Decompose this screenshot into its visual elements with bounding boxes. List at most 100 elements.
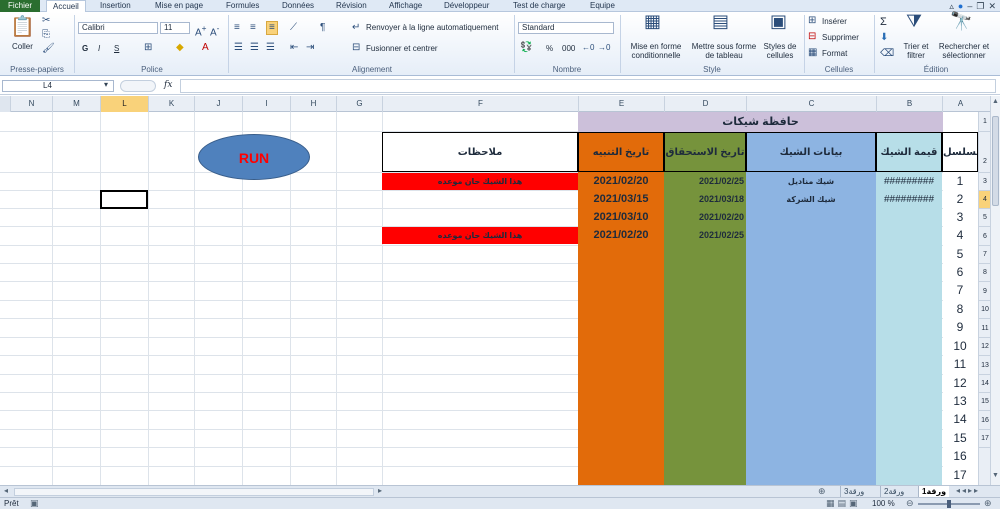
serial-cell[interactable]: 6 [942, 264, 978, 281]
serial-cell[interactable]: 16 [942, 448, 978, 465]
copy-icon[interactable]: ⎘ [42, 29, 50, 41]
sheet-title[interactable]: حافظة شيكات [578, 112, 943, 132]
fill-color-icon[interactable]: ◆ [176, 42, 184, 54]
serial-cell[interactable]: 4 [942, 227, 978, 244]
column-header-a[interactable]: A [942, 96, 978, 112]
currency-icon[interactable]: 💱 [520, 42, 532, 54]
font-color-icon[interactable]: A [202, 42, 209, 54]
format-table-button[interactable]: Mettre sous forme de tableau [690, 42, 758, 60]
borders-icon[interactable]: ⊞ [144, 42, 152, 54]
tab-view[interactable]: Affichage [389, 0, 422, 12]
merge-icon[interactable]: ⊟ [352, 42, 360, 54]
minimize-ribbon-icon[interactable]: ▵ [949, 1, 954, 12]
serial-cell[interactable]: 17 [942, 467, 978, 484]
tab-page-layout[interactable]: Mise en page [155, 0, 203, 12]
serial-cell[interactable]: 14 [942, 411, 978, 428]
align-right-icon[interactable]: ☰ [266, 42, 275, 54]
insert-sheet-icon[interactable]: ⊕ [818, 486, 826, 497]
percent-button[interactable]: % [546, 44, 553, 53]
column-header-k[interactable]: K [148, 96, 194, 112]
due-date-cell[interactable]: 2021/03/18 [664, 191, 746, 208]
column-header-c[interactable]: C [746, 96, 876, 112]
serial-cell[interactable]: 8 [942, 301, 978, 318]
due-date-cell[interactable]: 2021/02/20 [664, 209, 746, 226]
insert-cells-icon[interactable]: ⊞ [808, 15, 816, 27]
align-top-icon[interactable]: ≡ [234, 22, 240, 34]
sheet-tab-1[interactable]: ورقة1 [918, 486, 950, 497]
rtl-icon[interactable]: ¶ [320, 22, 325, 34]
zoom-in-icon[interactable]: ⊕ [984, 498, 992, 509]
worksheet-grid[interactable]: حافظة شيكات ملاحظات تاريخ التنبيه تاريخ … [0, 112, 978, 485]
scroll-thumb[interactable] [992, 116, 999, 206]
select-all-corner[interactable] [0, 96, 10, 112]
serial-cell[interactable]: 1 [942, 173, 978, 190]
column-header-e[interactable]: E [578, 96, 664, 112]
wrap-text-button[interactable]: Renvoyer à la ligne automatiquement [366, 23, 499, 32]
serial-cell[interactable]: 3 [942, 209, 978, 226]
tab-team[interactable]: Equipe [590, 0, 615, 12]
hscroll-left-icon[interactable]: ◂ [4, 486, 8, 495]
align-center-icon[interactable]: ☰ [250, 42, 259, 54]
tab-data[interactable]: Données [282, 0, 314, 12]
sheet-nav-icons[interactable]: ◂◂▸▸ [956, 486, 980, 495]
scroll-down-icon[interactable]: ▼ [992, 472, 999, 479]
italic-button[interactable]: I [98, 44, 100, 53]
number-format-combo[interactable]: Standard [518, 22, 614, 34]
amount-cell[interactable]: ######### [876, 191, 942, 208]
details-cell[interactable]: شيك مناديل [746, 173, 876, 190]
format-button[interactable]: Format [822, 49, 847, 58]
font-name-combo[interactable]: Calibri [78, 22, 158, 34]
horizontal-scrollbar[interactable] [14, 488, 374, 496]
increase-decimal-icon[interactable]: ←0 [582, 42, 594, 54]
minimize-icon[interactable]: – [967, 1, 972, 11]
column-header-i[interactable]: I [242, 96, 290, 112]
grow-font-icon[interactable]: A+ [195, 22, 207, 39]
view-mode-icons[interactable]: ▦▤▣ [826, 498, 861, 509]
autosum-button[interactable]: Σ [880, 16, 887, 28]
name-box[interactable]: L4 [2, 80, 114, 92]
vertical-scrollbar[interactable]: ▲ ▼ [990, 96, 1000, 485]
column-header-h[interactable]: H [290, 96, 336, 112]
header-alert-date[interactable]: تاريخ التنبيه [578, 132, 664, 172]
column-header-g[interactable]: G [336, 96, 382, 112]
serial-cell[interactable]: 7 [942, 282, 978, 299]
sort-filter-button[interactable]: Trier et filtrer [898, 42, 934, 60]
thousands-button[interactable]: 000 [562, 44, 575, 53]
restore-icon[interactable]: ❐ [976, 1, 984, 12]
format-painter-icon[interactable]: 🖌 [42, 43, 55, 55]
header-notes[interactable]: ملاحظات [382, 132, 578, 172]
font-size-combo[interactable]: 11 [160, 22, 190, 34]
column-header-f[interactable]: F [382, 96, 578, 112]
column-header-b[interactable]: B [876, 96, 942, 112]
tab-load-test[interactable]: Test de charge [513, 0, 565, 12]
column-header-d[interactable]: D [664, 96, 746, 112]
sheet-tab-2[interactable]: ورقة2 [880, 486, 907, 497]
zoom-out-icon[interactable]: ⊖ [906, 498, 914, 509]
delete-cells-icon[interactable]: ⊟ [808, 31, 816, 43]
help-icon[interactable]: ● [958, 1, 963, 11]
align-bottom-icon[interactable]: ≡ [266, 21, 278, 35]
serial-cell[interactable]: 13 [942, 393, 978, 410]
clear-icon[interactable]: ⌫ [880, 48, 894, 60]
serial-cell[interactable]: 9 [942, 319, 978, 336]
cell-styles-button[interactable]: Styles de cellules [760, 42, 800, 60]
due-date-cell[interactable]: 2021/02/25 [664, 227, 746, 244]
sheet-tab-3[interactable]: ورقة3 [840, 486, 867, 497]
column-header-n[interactable]: N [10, 96, 52, 112]
find-select-button[interactable]: Rechercher et sélectionner [934, 42, 994, 60]
tab-review[interactable]: Révision [336, 0, 367, 12]
serial-cell[interactable]: 10 [942, 338, 978, 355]
tab-formulas[interactable]: Formules [226, 0, 259, 12]
cell-styles-icon[interactable]: ▣ [770, 12, 787, 30]
scroll-up-icon[interactable]: ▲ [992, 98, 999, 105]
run-button[interactable]: RUN [198, 134, 310, 180]
underline-button[interactable]: S [114, 44, 119, 53]
alert-date-cell[interactable]: 2021/03/10 [578, 209, 664, 226]
increase-indent-icon[interactable]: ⇥ [306, 42, 314, 54]
paste-icon[interactable]: 📋 [10, 16, 35, 38]
alert-date-cell[interactable]: 2021/02/20 [578, 173, 664, 190]
column-header-l[interactable]: L [100, 96, 148, 112]
decrease-decimal-icon[interactable]: →0 [598, 42, 610, 54]
conditional-format-icon[interactable]: ▦ [644, 12, 661, 30]
tab-file[interactable]: Fichier [0, 0, 40, 12]
